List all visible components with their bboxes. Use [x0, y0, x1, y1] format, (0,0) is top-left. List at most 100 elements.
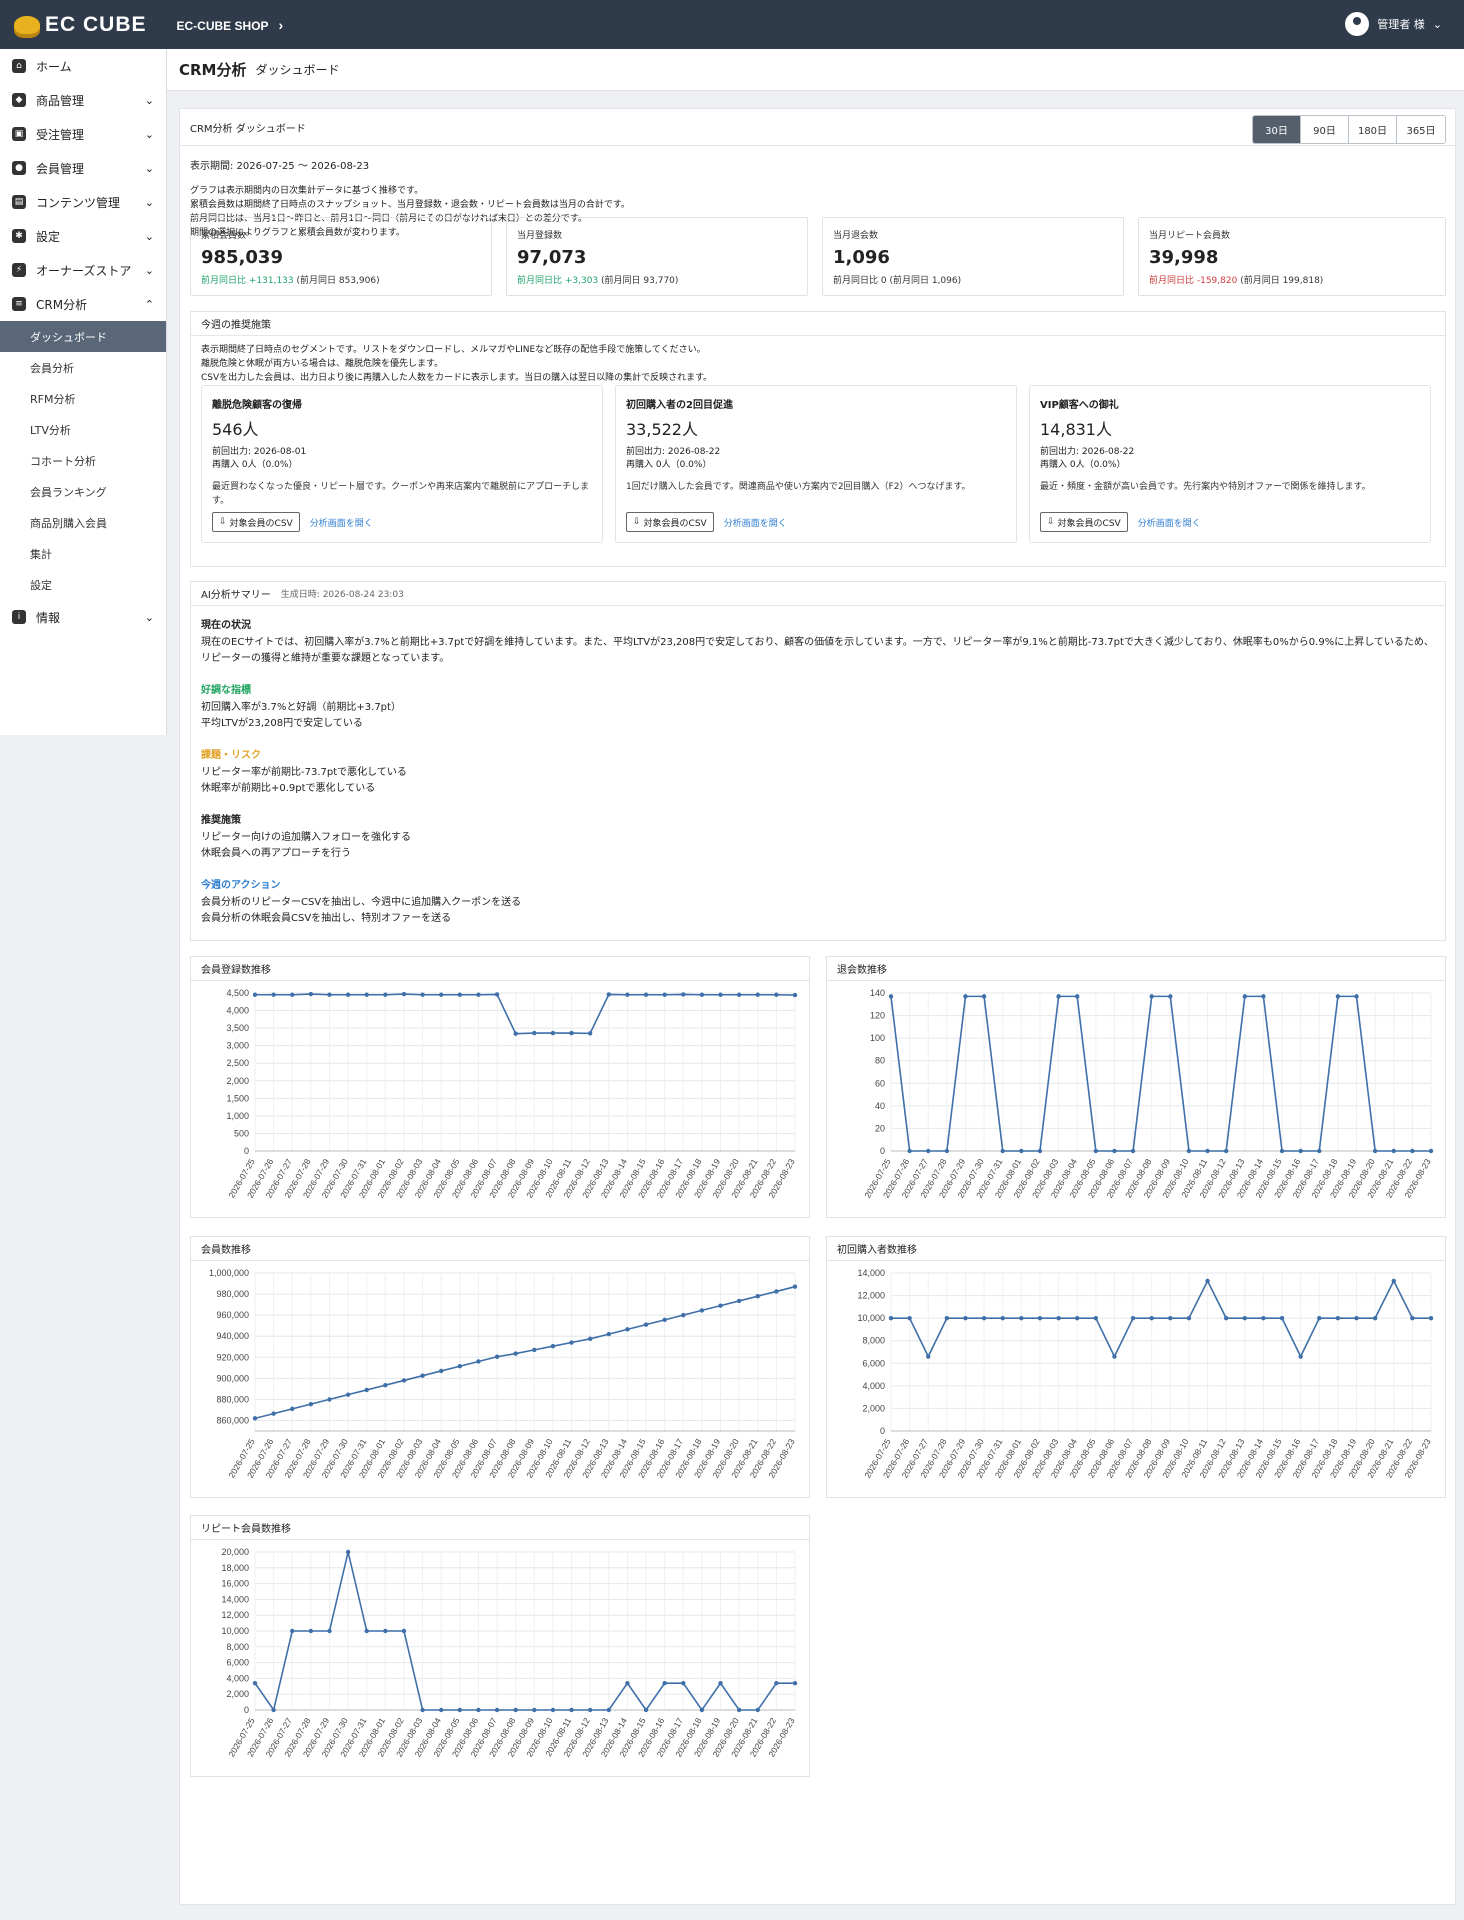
- data-point: [643, 992, 649, 997]
- range-365-button[interactable]: 365日: [1397, 116, 1445, 143]
- y-tick-label: 80: [875, 1056, 885, 1066]
- y-tick-label: 0: [880, 1146, 885, 1156]
- logo[interactable]: EC CUBE: [14, 13, 147, 37]
- ai-action-line: 会員分析の休眠会員CSVを抽出し、特別オファーを送る: [201, 913, 452, 924]
- sidebar-subitem-aggregate[interactable]: 集計: [0, 538, 166, 569]
- data-point: [532, 1030, 537, 1036]
- chevron-down-icon: ⌄: [144, 610, 154, 624]
- chevron-down-icon: ⌄: [144, 263, 154, 277]
- rec-rebuy: 再購入 0人（0.0%）: [626, 460, 712, 470]
- range-90-button[interactable]: 90日: [1301, 116, 1349, 143]
- data-point: [606, 992, 611, 997]
- sidebar-item-label: CRM分析: [36, 297, 88, 312]
- rec-rebuy: 再購入 0人（0.0%）: [212, 460, 298, 470]
- data-point: [1428, 1148, 1434, 1154]
- open-analysis-link[interactable]: 分析画面を開く: [310, 516, 373, 529]
- info-icon: i: [12, 610, 26, 624]
- csv-label: 対象会員のCSV: [1057, 518, 1121, 529]
- sidebar-subitem-product-members[interactable]: 商品別購入会員: [0, 507, 166, 538]
- data-point: [550, 1030, 556, 1036]
- data-point: [1391, 1278, 1396, 1284]
- download-icon: ⇩: [219, 517, 227, 527]
- users-icon: ●: [12, 161, 26, 175]
- range-selector: 30日 90日 180日 365日: [1252, 115, 1446, 144]
- data-point: [736, 1707, 742, 1713]
- chevron-down-icon: ⌄: [144, 195, 154, 209]
- sidebar-item-crm[interactable]: ≡ CRM分析 ⌃: [0, 287, 166, 321]
- sidebar-subitem-cohort[interactable]: コホート分析: [0, 445, 166, 476]
- data-point: [327, 1397, 332, 1402]
- dashboard-panel: CRM分析 ダッシュボード 30日 90日 180日 365日 表示期間: 20…: [179, 108, 1456, 1905]
- y-tick-label: 14,000: [221, 1594, 249, 1604]
- sidebar-subitem-settings[interactable]: 設定: [0, 569, 166, 600]
- sidebar-item-contents[interactable]: ▤ コンテンツ管理 ⌄: [0, 185, 166, 219]
- ai-good-line: 初回購入率が3.7%と好調（前期比+3.7pt）: [201, 702, 401, 713]
- range-180-button[interactable]: 180日: [1349, 116, 1397, 143]
- kpi-value: 97,073: [517, 247, 587, 268]
- ai-status-text: 現在のECサイトでは、初回購入率が3.7%と前期比+3.7ptで好調を維持してい…: [201, 637, 1434, 664]
- sidebar-item-info[interactable]: i 情報 ⌄: [0, 600, 166, 634]
- sidebar-item-owners-store[interactable]: ⚡ オーナーズストア ⌄: [0, 253, 166, 287]
- sidebar-item-products[interactable]: ◆ 商品管理 ⌄: [0, 83, 166, 117]
- sidebar-subitem-ltv[interactable]: LTV分析: [0, 414, 166, 445]
- kpi-value: 39,998: [1149, 247, 1219, 268]
- data-point: [926, 1354, 931, 1359]
- recommend-notes: 表示期間終了日時点のセグメントです。リストをダウンロードし、メルマガやLINEな…: [201, 343, 1435, 385]
- note-line: CSVを出力した会員は、出力日より後に再購入した人数をカードに表示します。当日の…: [201, 373, 713, 383]
- plug-icon: ⚡: [12, 263, 26, 277]
- sidebar-subitem-member-analysis[interactable]: 会員分析: [0, 352, 166, 383]
- chart-repeat-members: リピート会員数推移 0 2,000 4,000 6,000 8,000 10,000 12,0…: [190, 1515, 810, 1777]
- user-name: 管理者 様: [1377, 18, 1425, 31]
- y-tick-label: 1,000,000: [209, 1268, 249, 1278]
- data-point: [439, 1368, 444, 1374]
- sidebar-item-orders[interactable]: ▣ 受注管理 ⌄: [0, 117, 166, 151]
- sidebar-item-home[interactable]: ⌂ ホーム: [0, 49, 166, 83]
- data-point: [327, 992, 332, 997]
- csv-download-button[interactable]: ⇩ 対象会員のCSV: [626, 512, 714, 532]
- kpi-value: 1,096: [833, 247, 890, 268]
- data-point: [271, 1707, 276, 1713]
- repeat-members-chart-svg: 0 2,000 4,000 6,000 8,000 10,000 12,000 14,000 1…: [221, 1547, 798, 1759]
- data-point: [1317, 1148, 1322, 1154]
- withdrawals-chart-svg: 0204060801001201402026-07-252026-07-2620…: [862, 988, 1434, 1200]
- data-point: [1410, 1148, 1415, 1154]
- data-point: [944, 1148, 950, 1154]
- rec-desc: 最近・頻度・金額が高い会員です。先行案内や特別オファーで関係を維持します。: [1040, 482, 1371, 492]
- data-point: [1019, 1315, 1024, 1321]
- data-point: [888, 994, 894, 999]
- data-point: [643, 1707, 649, 1713]
- data-point: [345, 992, 351, 997]
- data-point: [1112, 1354, 1117, 1359]
- data-point: [308, 1401, 314, 1407]
- sidebar-item-label: コンテンツ管理: [36, 195, 121, 210]
- data-point: [513, 1351, 518, 1356]
- sidebar-item-members[interactable]: ● 会員管理 ⌄: [0, 151, 166, 185]
- sidebar-item-settings[interactable]: ✱ 設定 ⌄: [0, 219, 166, 253]
- data-point: [550, 1707, 556, 1713]
- user-menu[interactable]: 管理者 様 ⌄: [1345, 12, 1442, 36]
- range-30-button[interactable]: 30日: [1253, 116, 1301, 143]
- brand-name: EC CUBE: [45, 12, 147, 36]
- open-analysis-link[interactable]: 分析画面を開く: [724, 516, 787, 529]
- sidebar-subitem-rfm[interactable]: RFM分析: [0, 383, 166, 414]
- csv-download-button[interactable]: ⇩ 対象会員のCSV: [1040, 512, 1128, 532]
- data-point: [1298, 1354, 1303, 1359]
- chart-registrations: 会員登録数推移 0 500 1,000 1,500 2,000 2,500 3,000 3,50…: [190, 956, 810, 1218]
- y-tick-label: 1,000: [226, 1111, 249, 1121]
- sidebar-subitem-ranking[interactable]: 会員ランキング: [0, 476, 166, 507]
- file-icon: ▤: [12, 195, 26, 209]
- data-point: [681, 1312, 686, 1318]
- y-tick-label: 2,000: [862, 1403, 885, 1413]
- y-tick-label: 2,500: [226, 1058, 249, 1068]
- open-analysis-link[interactable]: 分析画面を開く: [1138, 516, 1201, 529]
- csv-label: 対象会員のCSV: [643, 518, 707, 529]
- data-point: [718, 992, 723, 997]
- sidebar-subitem-dashboard[interactable]: ダッシュボード: [0, 321, 166, 352]
- csv-download-button[interactable]: ⇩ 対象会員のCSV: [212, 512, 300, 532]
- data-point: [550, 1344, 556, 1349]
- data-point: [364, 992, 369, 997]
- shop-link[interactable]: EC-CUBE SHOP ›: [177, 17, 284, 33]
- y-tick-label: 0: [244, 1705, 249, 1715]
- data-point: [420, 992, 425, 997]
- data-point: [476, 1707, 481, 1713]
